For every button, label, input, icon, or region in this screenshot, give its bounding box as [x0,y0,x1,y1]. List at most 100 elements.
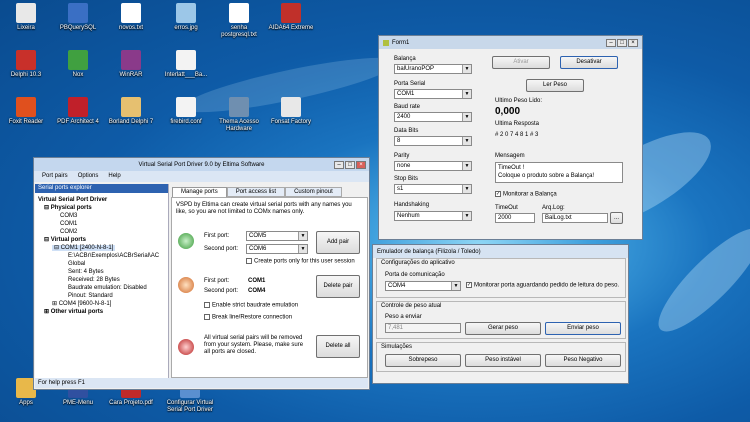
emulador-window: Emulador de balança (Filizola / Toledo) … [372,244,629,384]
sobrepeso-button[interactable]: Sobrepeso [385,354,461,367]
timeout-label: TimeOut [495,205,518,211]
tab-manage-ports[interactable]: Manage ports [172,187,227,197]
menu-help[interactable]: Help [108,171,120,182]
porta-serial-select[interactable]: COM1 [394,89,472,99]
data-bits-select[interactable]: 8 [394,136,472,146]
desktop-icon-delphi7[interactable]: Borland Delphi 7 [105,97,157,126]
desktop-icon-lixeira[interactable]: Lixeira [0,3,52,32]
tree-item-global: Global [68,261,86,267]
desktop-icon-interlatt[interactable]: Interlatt___Ba... [160,50,212,79]
form1-titlebar[interactable]: Form1 – □ × [379,36,642,49]
handshaking-select[interactable]: Nenhum [394,211,472,221]
tree-item-pinout: Pinout: Standard [68,293,113,299]
tree-item-path: E:\ACBr\Exemplos\ACBrSerial\AC [68,253,160,259]
menu-port-pairs[interactable]: Port pairs [42,171,68,182]
timeout-input[interactable]: 2000 [495,213,535,223]
monitorar-porta-checkbox[interactable]: ✓ Monitorar porta aguardando pedido de le… [466,282,619,289]
image-file-icon [176,3,196,23]
balanca-select[interactable]: balUranoPOP [394,64,472,74]
desktop-icon-foxit[interactable]: Foxit Reader [0,97,52,126]
tree-virtual-ports[interactable]: ⊟ Virtual ports [38,236,159,244]
close-icon[interactable]: × [356,160,366,169]
emulador-titlebar[interactable]: Emulador de balança (Filizola / Toledo) [373,245,628,258]
arq-log-input[interactable]: BalLog.txt [542,213,608,223]
tree-item-com4[interactable]: ⊞ COM4 [9600-N-8-1] [38,300,159,308]
gerar-peso-button[interactable]: Gerar peso [465,322,541,335]
parity-select[interactable]: none [394,161,472,171]
desktop-icon-thema[interactable]: Thema Acesso Hardware [213,97,265,133]
desktop-icon-nox[interactable]: Nox [52,50,104,79]
add-pair-button[interactable]: Add pair [316,231,360,254]
desktop-icon-senha[interactable]: senha postgresql.txt [213,3,265,39]
first-port-label: First port: [204,233,230,239]
manage-ports-panel: VSPD by Eltima can create virtual serial… [171,197,368,378]
tree-item-com1-virtual[interactable]: ⊟ COM1 [2400-N-8-1] [38,244,159,252]
tree-item-received: Received: 28 Bytes [68,277,120,283]
peso-instavel-button[interactable]: Peso instável [465,354,541,367]
strict-baudrate-checkbox[interactable]: Enable strict baudrate emulation [204,302,298,309]
vspd-description: VSPD by Eltima can create virtual serial… [176,202,352,215]
desktop-icon-fonsat[interactable]: Fonsat Factory [265,97,317,126]
handshaking-label: Handshaking [394,202,430,208]
vspd-menubar: Port pairs Options Help [34,171,369,182]
database-icon [68,3,88,23]
monitorar-balanca-checkbox[interactable]: ✓ Monitorar a Balança [495,191,557,198]
vspd-statusbar: For help press F1 [35,378,368,388]
form1-title: Form1 [392,39,410,46]
desktop-icon-delphi103[interactable]: Delphi 10.3 [0,50,52,79]
tab-port-access-list[interactable]: Port access list [226,187,286,197]
tree-physical-ports[interactable]: ⊟ Physical ports [38,204,159,212]
desktop-icon-pbquerysql[interactable]: PBQuerySQL [52,3,104,32]
minimize-icon[interactable]: – [606,38,616,47]
delete-all-button[interactable]: Delete all [316,335,360,358]
minimize-icon[interactable]: – [334,160,344,169]
browse-log-button[interactable]: ... [610,212,623,224]
aida64-icon [281,3,301,23]
simulacoes-header: Simulações [381,344,413,350]
baud-rate-label: Baud rate [394,104,421,110]
enviar-peso-button[interactable]: Enviar peso [545,322,621,335]
menu-options[interactable]: Options [78,171,99,182]
tree-item-com1-physical[interactable]: COM1 [38,220,159,228]
baud-rate-select[interactable]: 2400 [394,112,472,122]
desktop-icon-erros[interactable]: erros.jpg [160,3,212,32]
second-port-select[interactable]: COM6 [246,244,308,254]
porta-comunicacao-select[interactable]: COM4 [385,281,461,291]
emulador-title: Emulador de balança (Filizola / Toledo) [377,248,481,255]
desktop-icon-pdfarchitect[interactable]: PDF Architect 4 [52,97,104,126]
stop-bits-select[interactable]: s1 [394,184,472,194]
first-port-select[interactable]: COM5 [246,231,308,241]
tree-root[interactable]: Virtual Serial Port Driver [38,196,159,204]
delete-all-text: All virtual serial pairs will be removed… [204,335,304,355]
serial-ports-explorer: Serial ports explorer Virtual Serial Por… [35,184,169,378]
tree-other-virtual[interactable]: ⊞ Other virtual ports [38,308,159,316]
desktop-icon-novos[interactable]: novos.txt [105,3,157,32]
peso-negativo-button[interactable]: Peso Negativo [545,354,621,367]
config-group: Configurações do aplicativo Porta de com… [376,258,626,298]
tab-custom-pinout[interactable]: Custom pinout [285,187,342,197]
delete-pair-button[interactable]: Delete pair [316,275,360,298]
ativar-button[interactable]: Ativar [492,56,550,69]
winrar-icon [121,50,141,70]
maximize-icon[interactable]: □ [617,38,627,47]
parity-label: Parity [394,153,410,159]
break-line-checkbox[interactable]: Break line/Restore connection [204,314,292,321]
hardware-icon [229,97,249,117]
desktop-icon-aida64[interactable]: AIDA64 Extreme [265,3,317,32]
ultima-resposta-value: # 2 0 7 4 8 1 # 3 [495,132,539,138]
desktop-icon-winrar[interactable]: WinRAR [105,50,157,79]
delete-first-port-value: COM1 [248,278,266,284]
peso-enviar-label: Peso a enviar [385,314,422,320]
recycle-bin-icon [16,3,36,23]
vspd-titlebar[interactable]: Virtual Serial Port Driver 9.0 by Eltima… [34,158,369,171]
text-file-icon [229,3,249,23]
desktop-icon-firebird[interactable]: firebird.conf [160,97,212,126]
peso-enviar-input[interactable]: 7,481 [385,323,461,333]
tree-item-com3[interactable]: COM3 [38,212,159,220]
maximize-icon[interactable]: □ [345,160,355,169]
ler-peso-button[interactable]: Ler Peso [526,79,584,92]
user-session-checkbox[interactable]: Create ports only for this user session [246,258,355,265]
desativar-button[interactable]: Desativar [560,56,618,69]
close-icon[interactable]: × [628,38,638,47]
tree-item-com2[interactable]: COM2 [38,228,159,236]
